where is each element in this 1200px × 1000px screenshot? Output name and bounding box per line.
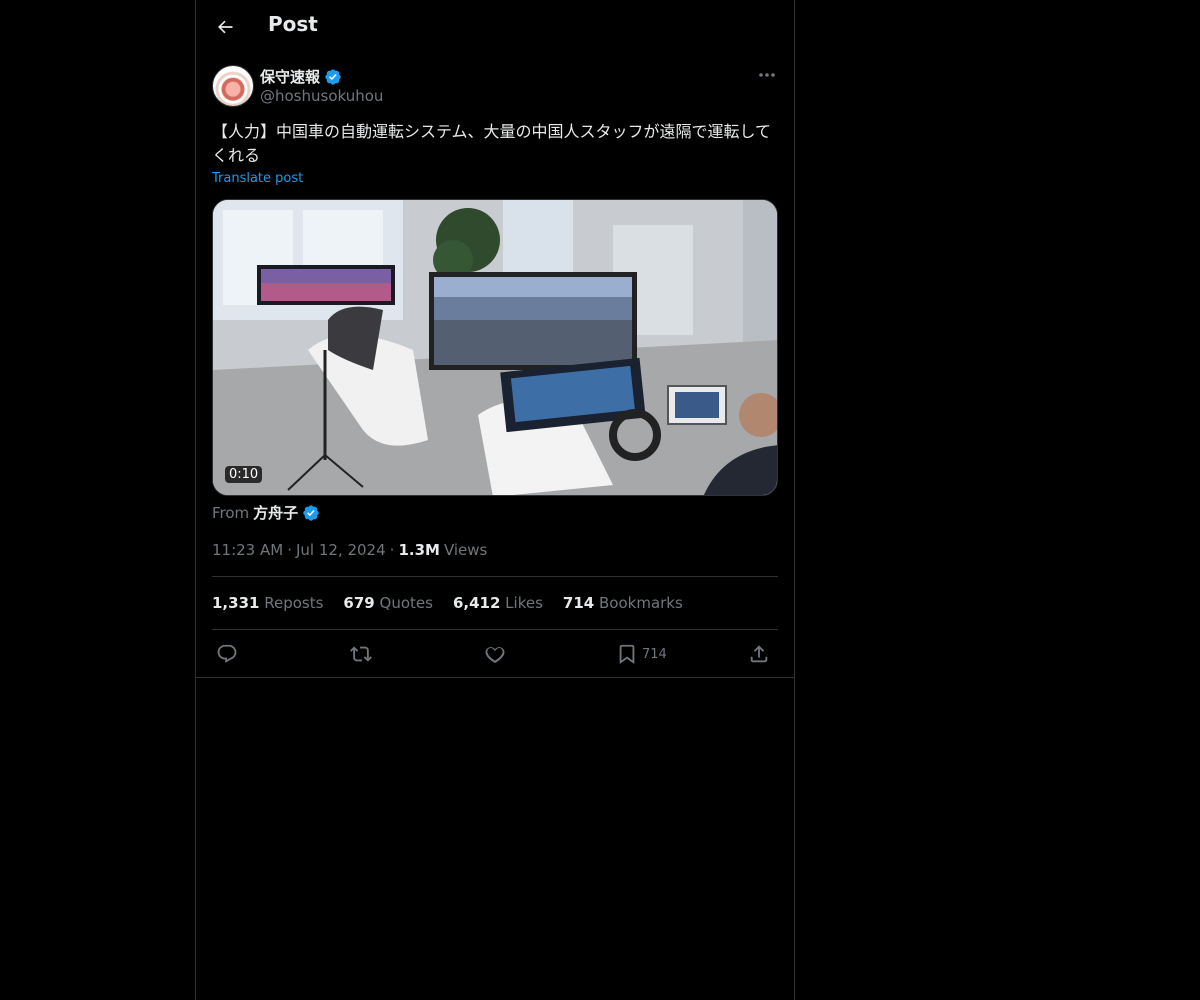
avatar[interactable] [212,65,254,107]
views-count: 1.3M [398,541,440,559]
stat-reposts[interactable]: 1,331 Reposts [212,594,323,612]
translate-post-link[interactable]: Translate post [212,171,303,186]
bookmark-count: 714 [642,646,667,662]
stat-label: Quotes [379,594,433,612]
like-button[interactable] [484,640,506,668]
reply-icon [217,644,237,663]
stat-count: 1,331 [212,594,260,612]
divider [212,576,778,577]
author-display-name[interactable]: 保守速報 [260,66,320,87]
action-bar: 714 [212,640,778,668]
views-label: Views [443,541,488,559]
share-button[interactable] [748,640,770,668]
divider [212,629,778,630]
bookmark-button[interactable]: 714 [616,640,667,668]
repost-icon [350,646,372,662]
share-icon [750,645,768,663]
video-duration: 0:10 [225,466,263,483]
more-dots-icon [759,73,775,77]
reply-button[interactable] [216,640,238,668]
post-date[interactable]: Jul 12, 2024 [296,541,386,559]
stat-count: 679 [343,594,375,612]
author-name-row[interactable]: 保守速報 [260,66,342,87]
meta-separator: · [287,541,292,559]
post-meta: 11:23 AM · Jul 12, 2024 · 1.3M Views [212,541,487,559]
more-options-button[interactable] [756,66,778,84]
arrow-left-icon [218,20,233,34]
stat-label: Reposts [264,594,324,612]
author-handle[interactable]: @hoshusokuhou [260,87,383,105]
stat-bookmarks[interactable]: 714 Bookmarks [563,594,683,612]
meta-separator: · [389,541,395,559]
video-player[interactable]: 0:10 [212,199,778,496]
stat-count: 714 [562,594,595,612]
post-bottom-border [196,677,794,678]
post-time[interactable]: 11:23 AM [212,541,283,559]
verified-badge-icon [325,68,341,85]
bookmark-icon [619,644,635,665]
page-title: Post [268,12,318,36]
stat-label: Likes [505,594,543,612]
post-text: 【人力】中国車の自動運転システム、大量の中国人スタッフが遠隔で運転してくれる [212,122,772,165]
engagement-stats: 1,331 Reposts 679 Quotes 6,412 Likes 714… [212,594,683,612]
heart-icon [485,647,505,663]
stat-label: Bookmarks [599,594,683,612]
top-bar: Post [196,0,794,53]
repost-button[interactable] [350,640,372,668]
source-name[interactable]: 方舟子 [253,502,298,523]
video-source: From 方舟子 [212,502,320,523]
stat-likes[interactable]: 6,412 Likes [453,594,543,612]
stat-count: 6,412 [452,594,501,612]
verified-badge-icon [303,504,319,521]
back-button[interactable] [208,10,242,44]
video-thumbnail [213,200,777,495]
stat-quotes[interactable]: 679 Quotes [343,594,433,612]
source-prefix: From [212,503,250,522]
post-detail-column: Post 保守速報 @hoshusokuhou 【人力】中国車の自動運転システム… [195,0,795,1000]
